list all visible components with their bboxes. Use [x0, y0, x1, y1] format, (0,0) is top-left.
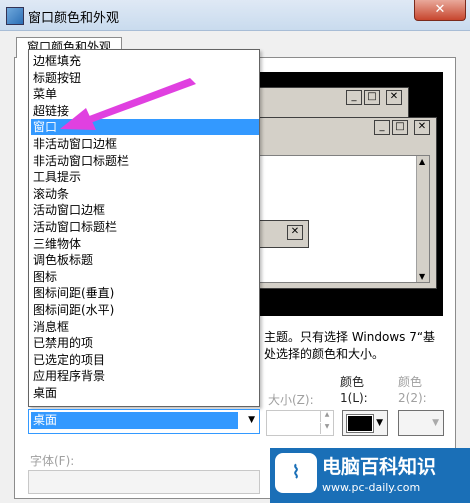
- watermark-title: 电脑百科知识: [322, 456, 437, 478]
- pulse-logo-icon: ⌇: [275, 453, 317, 493]
- watermark-url: www.pc-daily.com: [322, 481, 421, 494]
- watermark-banner: ⌇ 电脑百科知识 www.pc-daily.com: [270, 448, 470, 503]
- arrow-head: [60, 108, 96, 130]
- annotation-arrow: [60, 78, 196, 130]
